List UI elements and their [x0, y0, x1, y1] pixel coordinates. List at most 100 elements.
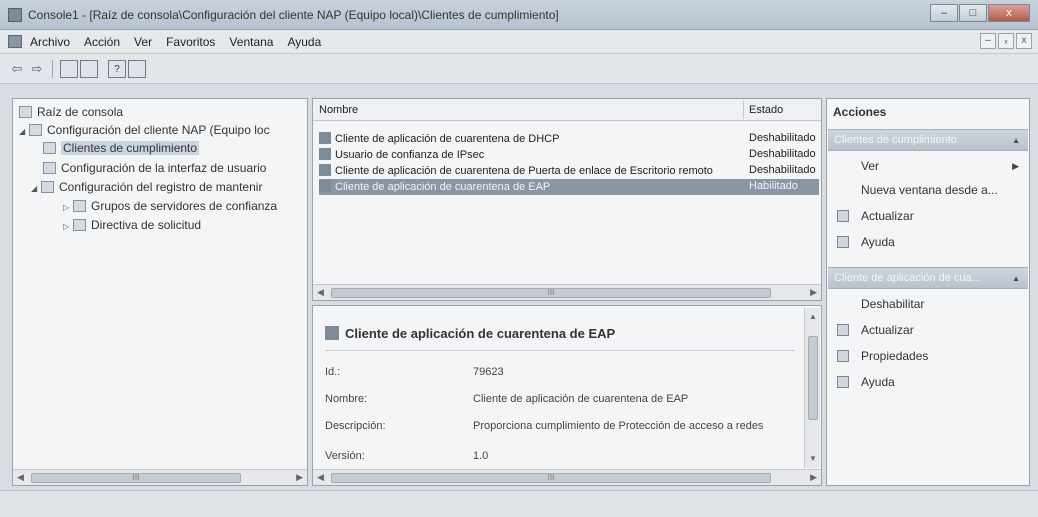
tree-item-root[interactable]: Raíz de consola — [19, 105, 123, 119]
collapse-arrow-icon[interactable]: ▷ — [63, 222, 73, 231]
tree-item-nap[interactable]: ◢ Configuración del cliente NAP (Equipo l… — [19, 123, 270, 137]
tree-label: Directiva de solicitud — [91, 218, 202, 232]
divider — [325, 350, 795, 351]
client-icon — [319, 132, 331, 144]
document-icon[interactable] — [8, 35, 22, 48]
list-item-name: Usuario de confianza de IPsec — [335, 149, 485, 161]
action-deshabilitar[interactable]: Deshabilitar — [861, 297, 924, 311]
menu-ventana[interactable]: Ventana — [229, 35, 273, 49]
action-ayuda[interactable]: Ayuda — [861, 375, 895, 389]
tree-item-registro[interactable]: ◢ Configuración del registro de mantenir — [31, 180, 262, 194]
scroll-left-icon[interactable]: ◀ — [17, 472, 24, 483]
maximize-button[interactable]: □ — [959, 4, 987, 22]
scrollbar-thumb[interactable] — [808, 336, 818, 420]
folder-icon — [73, 200, 86, 212]
doc-minimize-button[interactable]: – — [980, 33, 996, 49]
collapse-icon[interactable]: ▲ — [1012, 136, 1020, 145]
close-button[interactable]: x — [988, 4, 1030, 22]
prop-label: Versión: — [325, 450, 365, 462]
doc-close-button[interactable]: x — [1016, 33, 1032, 49]
column-header-nombre[interactable]: Nombre — [319, 104, 358, 116]
tree-item-grupos[interactable]: ▷ Grupos de servidores de confianza — [63, 199, 277, 213]
actions-section-cliente-eap[interactable]: Cliente de aplicación de cua... ▲ — [828, 267, 1028, 289]
tree-item-interfaz[interactable]: Configuración de la interfaz de usuario — [43, 161, 266, 175]
window-title: Console1 - [Raíz de consola\Configuració… — [28, 8, 559, 22]
menu-favoritos[interactable]: Favoritos — [166, 35, 215, 49]
node-icon — [41, 181, 54, 193]
detail-vertical-scrollbar[interactable]: ▲ ▼ — [804, 308, 820, 468]
prop-value: 79623 — [473, 366, 504, 378]
list-item-name: Cliente de aplicación de cuarentena de D… — [335, 133, 560, 145]
prop-value: 1.0 — [473, 450, 489, 462]
minimize-button[interactable]: – — [930, 4, 958, 22]
tree-horizontal-scrollbar[interactable]: ◀ III ▶ — [13, 469, 307, 485]
detail-title: Cliente de aplicación de cuarentena de E… — [325, 326, 615, 341]
scroll-left-icon[interactable]: ◀ — [317, 287, 324, 298]
menu-ayuda[interactable]: Ayuda — [287, 35, 321, 49]
menu-items: Archivo Acción Ver Favoritos Ventana Ayu… — [30, 35, 335, 49]
section-label: Cliente de aplicación de cua... — [834, 272, 981, 284]
scroll-right-icon[interactable]: ▶ — [296, 472, 303, 483]
list-item[interactable]: Usuario de confianza de IPsec Deshabilit… — [319, 147, 819, 163]
action-actualizar[interactable]: Actualizar — [861, 323, 914, 337]
tree-label: Configuración de la interfaz de usuario — [61, 161, 267, 175]
window-controls: – □ x — [929, 4, 1030, 22]
forward-icon[interactable]: ⇨ — [28, 60, 46, 78]
document-window-controls: – ₓ x — [978, 33, 1032, 49]
expand-arrow-icon[interactable]: ◢ — [31, 184, 41, 193]
list-item-state: Habilitado — [749, 180, 798, 192]
action-ver[interactable]: Ver — [861, 159, 879, 173]
scrollbar-thumb[interactable]: III — [31, 473, 241, 483]
menu-accion[interactable]: Acción — [84, 35, 120, 49]
prop-value: Proporciona cumplimiento de Protección d… — [473, 420, 764, 432]
tree-label: Raíz de consola — [37, 105, 124, 119]
collapse-arrow-icon[interactable]: ▷ — [63, 203, 73, 212]
action-nueva-ventana[interactable]: Nueva ventana desde a... — [861, 183, 998, 197]
actions-section-clientes[interactable]: Clientes de cumplimiento ▲ — [828, 129, 1028, 151]
collapse-icon[interactable]: ▲ — [1012, 274, 1020, 283]
scroll-right-icon[interactable]: ▶ — [810, 472, 817, 483]
computer-icon — [29, 124, 42, 136]
status-bar — [0, 490, 1038, 517]
scroll-left-icon[interactable]: ◀ — [317, 472, 324, 483]
list-item-state: Deshabilitado — [749, 148, 816, 160]
help-icon — [837, 376, 849, 388]
column-separator[interactable] — [743, 101, 744, 119]
actions-title: Acciones — [833, 105, 887, 119]
list-item-selected[interactable]: Cliente de aplicación de cuarentena de E… — [319, 179, 819, 195]
menu-ver[interactable]: Ver — [134, 35, 152, 49]
doc-restore-button[interactable]: ₓ — [998, 33, 1014, 49]
detail-horizontal-scrollbar[interactable]: ◀ III ▶ — [313, 469, 821, 485]
tree-item-clientes[interactable]: Clientes de cumplimiento — [43, 141, 200, 155]
list-item-name: Cliente de aplicación de cuarentena de E… — [335, 181, 551, 193]
column-header-estado[interactable]: Estado — [749, 104, 783, 116]
action-pane-icon[interactable] — [128, 60, 146, 78]
window-titlebar: Console1 - [Raíz de consola\Configuració… — [0, 0, 1038, 30]
toolbar: ⇦ ⇨ ? — [0, 54, 1038, 84]
scrollbar-thumb[interactable]: III — [331, 288, 771, 298]
menu-archivo[interactable]: Archivo — [30, 35, 70, 49]
results-list: Nombre Estado Cliente de aplicación de c… — [312, 98, 822, 301]
prop-label: Nombre: — [325, 393, 368, 405]
prop-value: Cliente de aplicación de cuarentena de E… — [473, 393, 689, 405]
back-icon[interactable]: ⇦ — [8, 60, 26, 78]
scroll-right-icon[interactable]: ▶ — [810, 287, 817, 298]
tree-item-directiva[interactable]: ▷ Directiva de solicitud — [63, 218, 201, 232]
console-tree-icon[interactable] — [80, 60, 98, 78]
scrollbar-thumb[interactable]: III — [331, 473, 771, 483]
tree-label: Configuración del registro de mantenir — [59, 180, 263, 194]
list-item[interactable]: Cliente de aplicación de cuarentena de P… — [319, 163, 819, 179]
action-ayuda[interactable]: Ayuda — [861, 235, 895, 249]
action-propiedades[interactable]: Propiedades — [861, 349, 928, 363]
client-icon — [319, 180, 331, 192]
scroll-down-icon[interactable]: ▼ — [809, 454, 817, 463]
help-icon[interactable]: ? — [108, 60, 126, 78]
list-horizontal-scrollbar[interactable]: ◀ III ▶ — [313, 284, 821, 300]
list-item[interactable]: Cliente de aplicación de cuarentena de D… — [319, 131, 819, 147]
help-icon — [837, 236, 849, 248]
show-hide-tree-icon[interactable] — [60, 60, 78, 78]
scroll-up-icon[interactable]: ▲ — [809, 312, 817, 321]
refresh-icon — [837, 210, 849, 222]
expand-arrow-icon[interactable]: ◢ — [19, 127, 29, 136]
action-actualizar[interactable]: Actualizar — [861, 209, 914, 223]
